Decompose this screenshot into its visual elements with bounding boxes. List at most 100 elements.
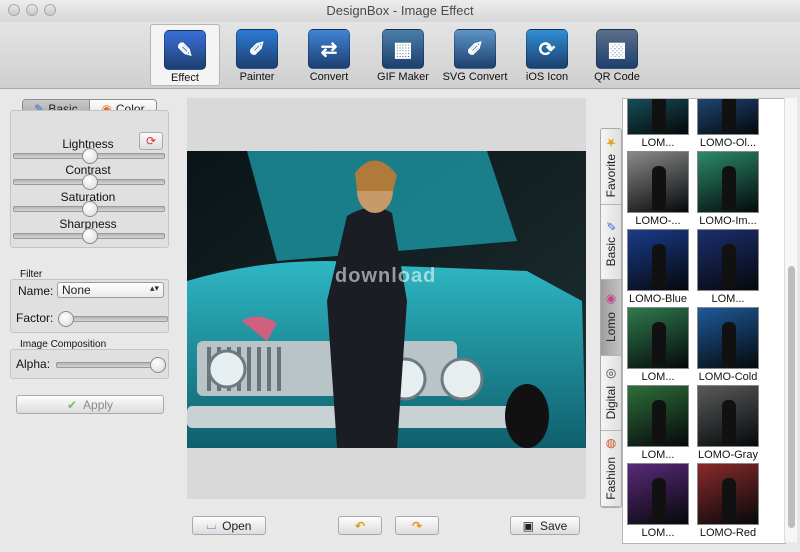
qr-code-icon: ▩ [596,29,638,69]
tab-fashion[interactable]: Fashion ◍ [601,431,621,507]
thumbnail-figure [722,400,736,444]
tab-label: Fashion [604,456,618,500]
thumbnail-figure [652,99,666,132]
effect-caption: LOMO-Im... [699,215,757,227]
factor-label: Factor: [16,311,54,325]
thumbnail-figure [722,244,736,288]
gallery-scrollbar-thumb[interactable] [788,266,795,528]
toolbar-convert-button[interactable]: ⇄ Convert [294,24,364,86]
image-canvas[interactable]: download [187,98,586,499]
effect-caption: LOM... [641,527,675,539]
saturation-slider-knob[interactable] [82,201,98,217]
toolbar-label: SVG Convert [442,71,508,83]
saturation-slider[interactable] [13,201,165,217]
effect-thumbnail[interactable] [627,463,689,525]
thumbnail-figure [652,322,666,366]
effect-icon: ✎ [164,30,206,70]
undo-button[interactable]: ↶ [338,516,382,535]
tab-favorite[interactable]: Favorite ★ [601,129,621,205]
title-bar: DesignBox - Image Effect [0,0,800,23]
effects-gallery[interactable]: LOM... LOMO-Ol... LOMO-... LOMO-Im... LOMO-B… [622,98,786,544]
thumbnail-figure [652,166,666,210]
effect-caption: LOM... [641,371,675,383]
factor-slider-knob[interactable] [58,311,74,327]
effect-thumbnail[interactable] [627,385,689,447]
tab-basic[interactable]: Basic ✎ [601,205,621,281]
effect-thumbnail[interactable] [697,307,759,369]
thumbnail-figure [722,99,736,132]
toolbar-painter-button[interactable]: ✐ Painter [222,24,292,86]
alpha-slider[interactable] [56,357,166,373]
toolbar-label: Painter [239,71,275,83]
toolbar-label: Effect [171,72,199,84]
svg-convert-icon: ✐ [454,29,496,69]
contrast-slider-knob[interactable] [82,174,98,190]
effect-caption: LOM... [711,293,745,305]
effect-caption: LOMO-... [635,215,681,227]
ios-icon-icon: ⟳ [526,29,568,69]
brush-icon: ✎ [604,217,618,232]
toolbar-label: QR Code [594,71,640,83]
tab-label: Favorite [604,154,618,198]
sharpness-slider-knob[interactable] [82,228,98,244]
effect-thumbnail[interactable] [627,99,689,135]
tab-digital[interactable]: Digital ◎ [601,356,621,432]
effect-thumbnail[interactable] [627,151,689,213]
circle-icon: ◉ [604,292,618,307]
open-label: Open [222,518,252,533]
effect-thumbnail[interactable] [697,151,759,213]
toolbar-label: GIF Maker [377,71,429,83]
filter-name-label: Name: [18,284,54,298]
thumbnail-figure [722,166,736,210]
toolbar-svg-convert-button[interactable]: ✐ SVG Convert [440,24,510,86]
thumbnail-figure [722,322,736,366]
effect-caption: LOM... [641,449,675,461]
category-tabs: Favorite ★ Basic ✎ Lomo ◉ Digital ◎ Fashion ◍ [600,128,622,508]
watermark-text: download [335,265,437,287]
adjustment-panel: ✎ Basic ◉ Color ⟳ Lightness Contrast Saturat… [0,89,180,552]
thumbnail-figure [652,244,666,288]
lightness-slider[interactable] [13,148,165,164]
tab-label: Basic [604,236,618,267]
convert-icon: ⇄ [308,29,350,69]
gallery-scrollbar[interactable] [784,98,797,542]
effects-panel: Favorite ★ Basic ✎ Lomo ◉ Digital ◎ Fashion ◍ LOM… [596,98,800,552]
apply-label: Apply [83,397,114,412]
sharpness-slider[interactable] [13,228,165,244]
toolbar-gif-maker-button[interactable]: ▦ GIF Maker [368,24,438,86]
filter-name-select[interactable]: None ▴▾ [57,282,164,298]
toolbar-effect-button[interactable]: ✎ Effect [150,24,220,86]
effect-thumbnail[interactable] [697,99,759,135]
toolbar-label: iOS Icon [525,71,569,83]
tab-lomo[interactable]: Lomo ◉ [601,280,621,356]
effect-thumbnail[interactable] [697,463,759,525]
effect-thumbnail[interactable] [627,229,689,291]
effect-caption: LOMO-Cold [698,371,758,383]
open-button[interactable]: ⌴ Open [192,516,266,535]
select-arrows-icon: ▴▾ [149,283,159,293]
thumbnail-figure [652,400,666,444]
effect-caption: LOMO-Red [699,527,757,539]
star-icon: ★ [604,135,618,150]
painter-icon: ✐ [236,29,278,69]
thumbnail-figure [722,478,736,522]
save-button[interactable]: ▣ Save [510,516,580,535]
window-title: DesignBox - Image Effect [326,3,474,18]
effect-thumbnail[interactable] [697,385,759,447]
toolbar-qr-code-button[interactable]: ▩ QR Code [582,24,652,86]
apply-button[interactable]: ✔ Apply [16,395,164,414]
contrast-slider[interactable] [13,174,165,190]
effect-thumbnail[interactable] [627,307,689,369]
palette-icon: ◍ [604,437,618,452]
open-tray-icon: ⌴ [206,518,217,532]
tab-label: Digital [604,385,618,420]
toolbar-ios-icon-button[interactable]: ⟳ iOS Icon [512,24,582,86]
car-photo-illustration [187,151,586,448]
alpha-slider-knob[interactable] [150,357,166,373]
redo-button[interactable]: ↷ [395,516,439,535]
checkmark-icon: ✔ [66,397,78,412]
factor-slider[interactable] [58,311,168,327]
filter-name-value: None [62,283,91,297]
effect-thumbnail[interactable] [697,229,759,291]
lightness-slider-knob[interactable] [82,148,98,164]
